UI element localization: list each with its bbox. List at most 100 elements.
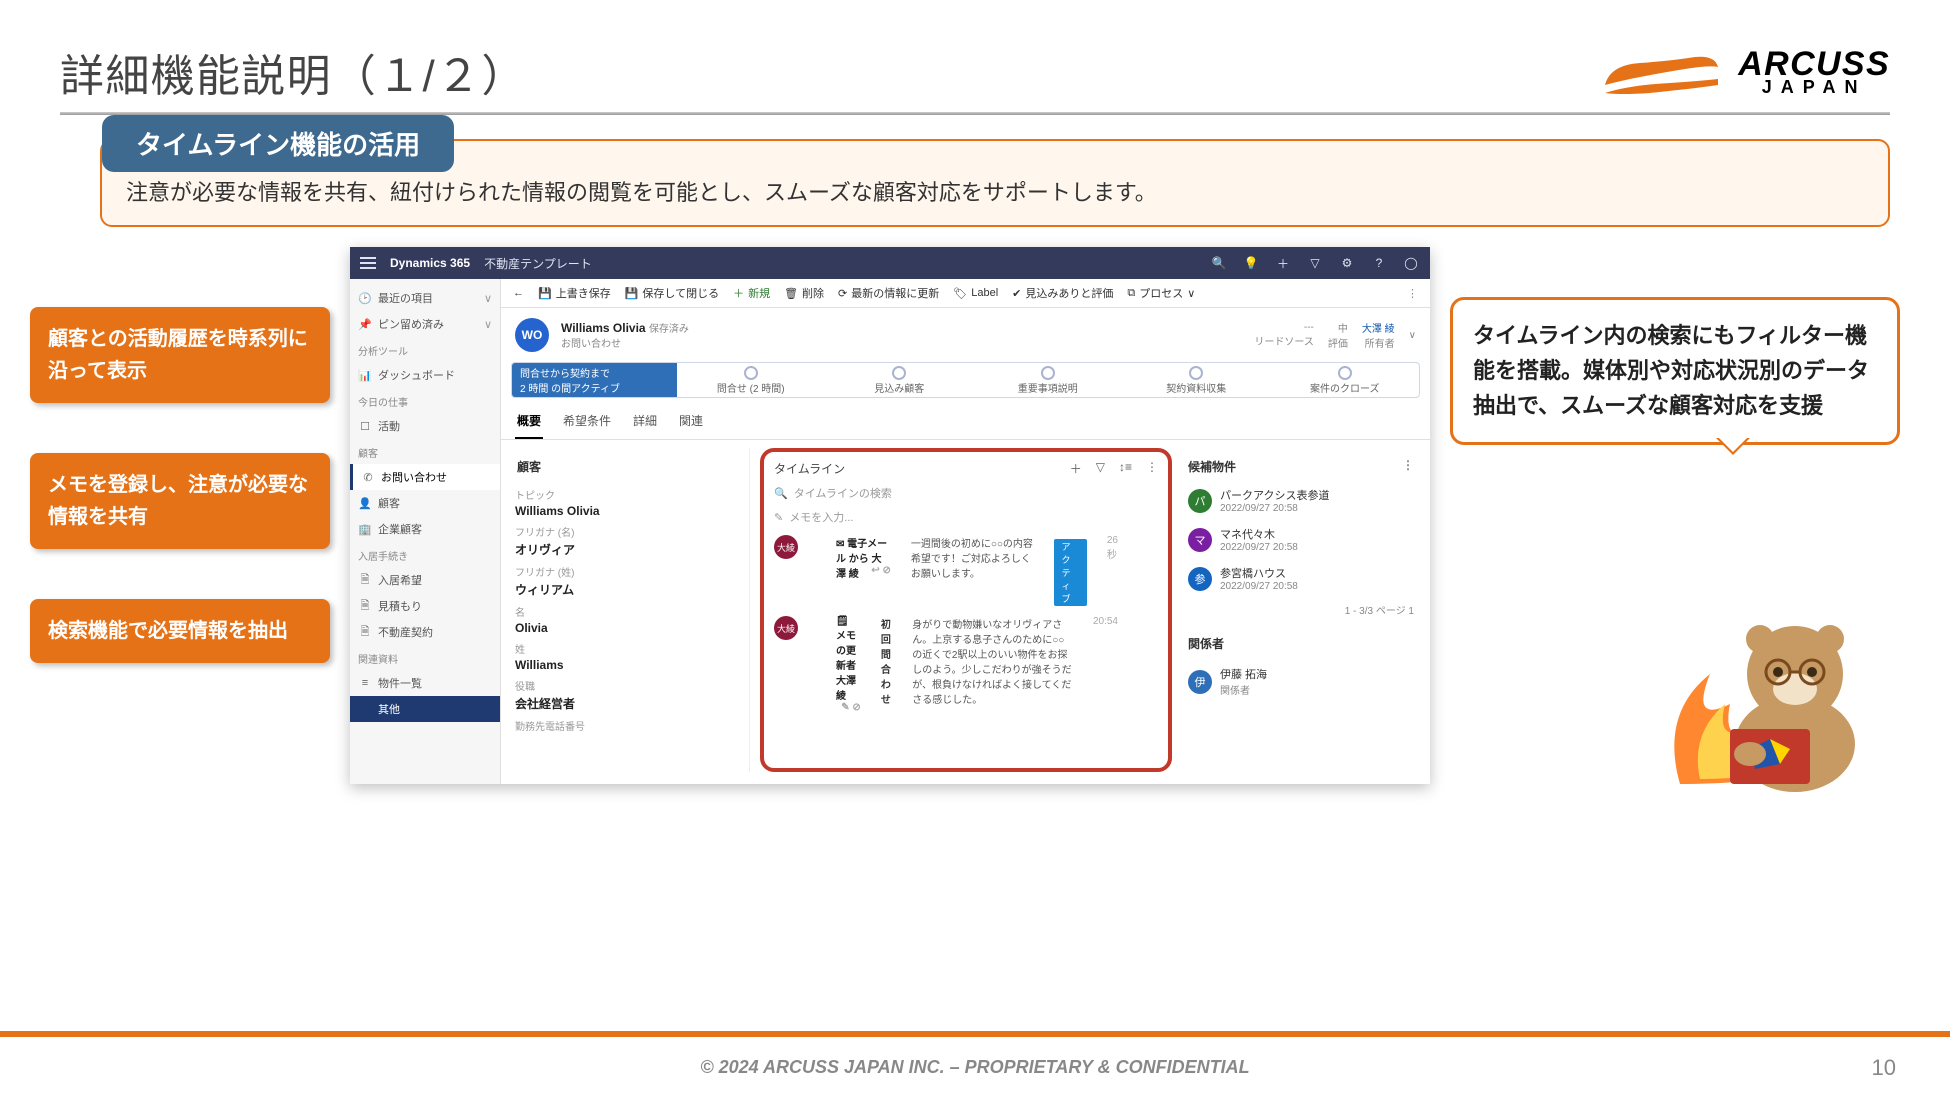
- sidebar-activity-label: 活動: [378, 418, 400, 434]
- tab-overview[interactable]: 概要: [515, 404, 543, 439]
- lead-source-value: ---: [1254, 322, 1314, 333]
- footer-copyright: © 2024 ARCUSS JAPAN INC. – PROPRIETARY &…: [700, 1057, 1249, 1078]
- timeline-highlight-box: タイムライン ＋ ▽ ↕≡ ⋮ 🔍タイムラインの検索 ✎メモを入: [760, 448, 1172, 772]
- tab-related[interactable]: 関連: [677, 404, 705, 439]
- d365-sidebar: 🕑最近の項目∨ 📌ピン留め済み∨ 分析ツール 📊ダッシュボード 今日の仕事 ☐活…: [350, 279, 501, 784]
- pin-icon: 📌: [358, 317, 372, 331]
- prop-item-2[interactable]: 参 参宮橋ハウス2022/09/27 20:58: [1186, 559, 1416, 598]
- record-tabs: 概要 希望条件 詳細 関連: [501, 404, 1430, 440]
- stage-dot-icon: [1041, 366, 1055, 380]
- sidebar-group-related: 関連資料: [350, 645, 500, 670]
- stage-3[interactable]: 重要事項説明: [974, 363, 1123, 397]
- cmd-save-close[interactable]: 💾 保存して閉じる: [625, 285, 719, 301]
- brand-mark-icon: [1600, 45, 1720, 99]
- field-workphone-label: 勤務先電話番号: [515, 718, 745, 733]
- sidebar-dashboard[interactable]: 📊ダッシュボード: [350, 362, 500, 388]
- record-header: WO Williams Olivia 保存済み お問い合わせ ---リードソース…: [501, 308, 1430, 356]
- timeline-item-email[interactable]: 大綾 ✉ 電子メール から 大澤 綾 ↩ ⊘ 一週間後の初めに○○の内容希望です…: [774, 535, 1158, 606]
- cmd-delete[interactable]: 🗑 削除: [784, 285, 824, 301]
- stage-1[interactable]: 問合せ (2 時間): [677, 363, 826, 397]
- stage-3-label: 重要事項説明: [1018, 380, 1078, 395]
- product-name: Dynamics 365: [390, 256, 470, 270]
- filter-icon[interactable]: ▽: [1306, 254, 1324, 272]
- timeline-more-icon[interactable]: ⋮: [1146, 460, 1158, 477]
- timeline-filter-icon[interactable]: ▽: [1096, 460, 1105, 477]
- plus-icon[interactable]: ＋: [1274, 254, 1292, 272]
- sidebar-contract[interactable]: 🗎不動産契約: [350, 619, 500, 645]
- sidebar-pinned[interactable]: 📌ピン留め済み∨: [350, 311, 500, 337]
- field-kana-first-value: オリヴィア: [515, 541, 745, 558]
- sidebar-quote[interactable]: 🗎見積もり: [350, 593, 500, 619]
- sidebar-inquiry-label: お問い合わせ: [381, 469, 447, 485]
- tl-item1-actions[interactable]: ↩ ⊘: [871, 565, 891, 576]
- gear-icon[interactable]: ⚙: [1338, 254, 1356, 272]
- field-topic-label: トピック: [515, 487, 745, 502]
- section-tag: タイムライン機能の活用: [102, 115, 454, 172]
- timeline-add-icon[interactable]: ＋: [1070, 460, 1082, 477]
- back-button[interactable]: ←: [513, 287, 524, 299]
- sidebar-group-movein: 入居手続き: [350, 542, 500, 567]
- mascot-illustration: [1620, 554, 1880, 794]
- prop-item-1[interactable]: マ マネ代々木2022/09/27 20:58: [1186, 520, 1416, 559]
- stage-dot-icon: [1189, 366, 1203, 380]
- prop-item-0[interactable]: パ パークアクシス表参道2022/09/27 20:58: [1186, 481, 1416, 520]
- tab-conditions[interactable]: 希望条件: [561, 404, 613, 439]
- sidebar-recent[interactable]: 🕑最近の項目∨: [350, 285, 500, 311]
- sidebar-items[interactable]: ≡物件一覧: [350, 670, 500, 696]
- tl-item2-actions[interactable]: ✎ ⊘: [841, 702, 861, 713]
- related-person[interactable]: 伊 伊藤 拓海関係者: [1186, 658, 1416, 705]
- customer-panel-title: 顧客: [515, 454, 745, 481]
- sidebar-move-req[interactable]: 🗎入居希望: [350, 567, 500, 593]
- d365-screenshot: Dynamics 365 不動産テンプレート 🔍 💡 ＋ ▽ ⚙ ? ◯ 🕑最近…: [350, 247, 1430, 784]
- candidates-panel: 候補物件 ⋮ パ パークアクシス表参道2022/09/27 20:58 マ マネ…: [1182, 448, 1420, 772]
- stage-active[interactable]: 問合せから契約まで 2 時間 の間アクティブ: [512, 363, 677, 397]
- stage-active-title: 問合せから契約まで: [520, 365, 610, 380]
- user-avatar-icon[interactable]: ◯: [1402, 254, 1420, 272]
- chevron-down-icon[interactable]: ∨: [1409, 330, 1416, 341]
- timeline-panel: タイムライン ＋ ▽ ↕≡ ⋮ 🔍タイムラインの検索 ✎メモを入: [760, 448, 1172, 772]
- sidebar-customer-label: 顧客: [378, 495, 400, 511]
- field-last-value: Williams: [515, 658, 745, 672]
- cmd-estimate-label: 見込みありと評価: [1025, 285, 1113, 301]
- cmd-label[interactable]: 🏷 Label: [953, 287, 998, 300]
- sidebar-inquiry[interactable]: ✆お問い合わせ: [350, 464, 500, 490]
- timeline-memo-input[interactable]: ✎メモを入力...: [774, 509, 1158, 525]
- sidebar-activity[interactable]: ☐活動: [350, 413, 500, 439]
- cmd-estimate[interactable]: ✔ 見込みありと評価: [1012, 285, 1113, 301]
- timeline-search[interactable]: 🔍タイムラインの検索: [774, 485, 1158, 501]
- stage-4[interactable]: 契約資料収集: [1122, 363, 1271, 397]
- sidebar-group-today: 今日の仕事: [350, 388, 500, 413]
- related-sub: 関係者: [1220, 682, 1267, 697]
- eval-value: 中: [1328, 320, 1348, 335]
- stage-5[interactable]: 案件のクローズ: [1271, 363, 1420, 397]
- cmd-new[interactable]: ＋ 新規: [733, 285, 770, 301]
- cmd-save[interactable]: 💾 上書き保存: [538, 285, 611, 301]
- cmd-refresh[interactable]: ⟳ 最新の情報に更新: [838, 285, 939, 301]
- cmd-process[interactable]: ⧉ プロセス ∨: [1127, 285, 1195, 301]
- timeline-item-memo[interactable]: 大綾 🗒 メモの更新者 大澤 綾 ✎ ⊘ 初回問合わせ 身がりで動物嫌いなオリヴ…: [774, 616, 1158, 713]
- cmd-overflow[interactable]: ⋮: [1407, 287, 1418, 300]
- waffle-icon[interactable]: [360, 254, 376, 272]
- sidebar-recent-label: 最近の項目: [378, 290, 433, 306]
- tab-details[interactable]: 詳細: [631, 404, 659, 439]
- contract-icon: 🗎: [358, 625, 372, 639]
- stage-2[interactable]: 見込み顧客: [825, 363, 974, 397]
- tl-item2-time: 20:54: [1093, 616, 1118, 713]
- module-name: 不動産テンプレート: [484, 255, 592, 272]
- tl-item1-chip: アクティブ: [1054, 539, 1087, 606]
- search-icon[interactable]: 🔍: [1210, 254, 1228, 272]
- candidates-more-icon[interactable]: ⋮: [1402, 458, 1414, 475]
- related-name: 伊藤 拓海: [1220, 666, 1267, 682]
- timeline-sort-icon[interactable]: ↕≡: [1119, 460, 1132, 477]
- help-icon[interactable]: ?: [1370, 254, 1388, 272]
- sidebar-quote-label: 見積もり: [378, 598, 422, 614]
- stage-dot-icon: [1338, 366, 1352, 380]
- sidebar-other[interactable]: 其他: [350, 696, 500, 722]
- sidebar-corp[interactable]: 🏢企業顧客: [350, 516, 500, 542]
- stage-dot-icon: [892, 366, 906, 380]
- sidebar-customer[interactable]: 👤顧客: [350, 490, 500, 516]
- field-topic-value: Williams Olivia: [515, 504, 745, 518]
- bulb-icon[interactable]: 💡: [1242, 254, 1260, 272]
- prop-avatar-0: パ: [1188, 489, 1212, 513]
- owner-value: 大澤 綾: [1362, 320, 1395, 335]
